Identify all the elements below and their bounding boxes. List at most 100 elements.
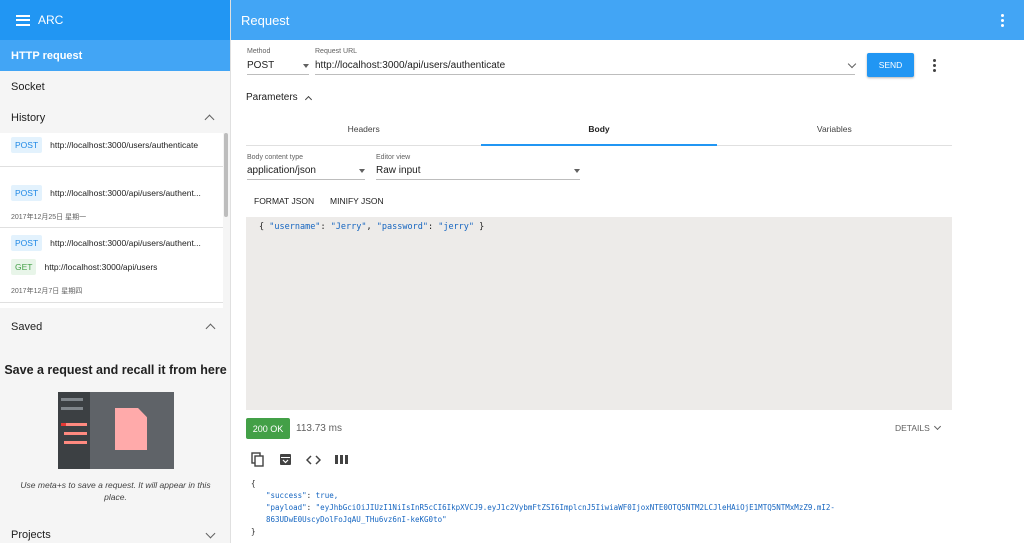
json-key: "success"	[266, 491, 307, 500]
tab-variables[interactable]: Variables	[717, 117, 952, 145]
response-toolbar	[251, 452, 348, 467]
body-content-type-value: application/json	[247, 165, 316, 176]
body-content-type-select[interactable]: application/json	[247, 165, 365, 180]
illustration-line	[61, 398, 83, 401]
sidebar-topbar: ARC	[0, 0, 230, 40]
json-value: "jerry"	[438, 222, 475, 232]
chevron-up-icon[interactable]	[204, 114, 215, 125]
parameter-tabs: Headers Body Variables	[246, 117, 952, 146]
json-colon: :	[320, 222, 331, 232]
divider	[0, 302, 223, 303]
json-colon: :	[427, 222, 439, 232]
body-editor[interactable]: { "username": "Jerry", "password": "jerr…	[246, 217, 952, 410]
illustration-line	[64, 441, 87, 444]
illustration-line	[64, 432, 87, 435]
sidebar-item-socket[interactable]: Socket	[0, 71, 230, 102]
send-button[interactable]: SEND	[867, 53, 914, 77]
history-item[interactable]: POST http://localhost:3000/api/users/aut…	[11, 235, 201, 251]
body-content-type-label: Body content type	[247, 154, 304, 161]
json-brace: }	[474, 222, 485, 232]
projects-label: Projects	[11, 528, 51, 541]
document-icon	[115, 408, 147, 450]
history-date: 2017年12月7日 星期四	[11, 288, 83, 295]
illustration-line	[61, 423, 66, 426]
saved-illustration	[58, 392, 174, 469]
more-vert-icon[interactable]	[1001, 13, 1004, 27]
chevron-up-icon[interactable]	[205, 323, 216, 334]
chevron-down-icon[interactable]	[205, 528, 216, 538]
json-line: "payload": "eyJhbGciOiJIUzI1NiIsInR5cCI6…	[266, 503, 835, 512]
json-line: "success": true,	[266, 491, 339, 500]
saved-empty-title: Save a request and recall it from here	[4, 363, 227, 377]
json-value: "eyJhbGciOiJIUzI1NiIsInR5cCI6IkpXVCJ9.ey…	[315, 503, 835, 512]
tab-body[interactable]: Body	[481, 117, 717, 146]
history-label: History	[11, 111, 46, 124]
history-item[interactable]: GET http://localhost:3000/api/users	[11, 259, 157, 275]
parameters-toggle[interactable]: Parameters	[246, 92, 312, 104]
url-label: Request URL	[315, 48, 358, 55]
illustration-line	[61, 407, 83, 410]
divider	[0, 166, 223, 167]
method-value: POST	[247, 60, 275, 71]
page-title: Request	[241, 12, 290, 28]
json-brace: {	[259, 222, 270, 232]
response-body: { "success": true, "payload": "eyJhbGciO…	[251, 478, 951, 538]
method-badge: GET	[11, 259, 37, 275]
json-key: "username"	[269, 222, 321, 232]
chevron-down-icon	[933, 422, 941, 431]
sidebar: ARC HTTP request Socket History POST htt…	[0, 0, 231, 543]
code-icon[interactable]	[306, 454, 321, 465]
history-list: POST http://localhost:3000/users/authent…	[0, 133, 223, 308]
history-url: http://localhost:3000/api/users	[44, 262, 158, 272]
main-topbar: Request	[231, 0, 1024, 40]
dropdown-arrow-icon	[303, 63, 309, 68]
main-panel: Request Method POST Request URL http://l…	[231, 0, 1024, 543]
copy-icon[interactable]	[251, 452, 265, 467]
json-value: "Jerry"	[330, 222, 367, 232]
saved-header[interactable]: Saved	[0, 311, 230, 342]
status-badge: 200 OK	[246, 418, 290, 439]
json-brace: }	[251, 527, 256, 536]
request-url-value: http://localhost:3000/api/users/authenti…	[315, 60, 506, 71]
format-json-button[interactable]: FORMAT JSON	[254, 196, 314, 206]
dropdown-arrow-icon	[359, 168, 365, 173]
request-menu-icon[interactable]	[933, 59, 936, 72]
minify-json-button[interactable]: MINIFY JSON	[330, 196, 384, 206]
history-scrollbar[interactable]	[224, 133, 228, 217]
history-url: http://localhost:3000/users/authenticate	[50, 140, 199, 150]
parameters-label: Parameters	[246, 92, 298, 103]
dropdown-arrow-icon	[574, 168, 580, 173]
editor-view-value: Raw input	[376, 165, 421, 176]
editor-view-label: Editor view	[376, 154, 411, 161]
history-url: http://localhost:3000/api/users/authent.…	[50, 238, 201, 248]
editor-view-select[interactable]: Raw input	[376, 165, 580, 180]
history-item[interactable]: POST http://localhost:3000/users/authent…	[11, 137, 198, 153]
columns-icon[interactable]	[335, 454, 348, 465]
json-value: 863UDwE0UscyDolFoJqAU_THu6vz6nI-keKG0to"	[266, 515, 447, 524]
projects-header[interactable]: Projects	[0, 519, 230, 543]
details-button[interactable]: DETAILS	[895, 422, 941, 433]
response-time: 113.73 ms	[296, 423, 342, 434]
tab-headers[interactable]: Headers	[246, 117, 481, 145]
method-badge: POST	[11, 185, 43, 201]
app-title: ARC	[38, 13, 64, 27]
json-key: "payload"	[266, 503, 307, 512]
details-label: DETAILS	[895, 423, 930, 433]
history-item[interactable]: POST http://localhost:3000/api/users/aut…	[11, 185, 201, 201]
json-brace: {	[251, 479, 256, 488]
saved-empty-text: Use meta+s to save a request. It will ap…	[20, 480, 211, 502]
archive-icon[interactable]	[279, 453, 292, 466]
method-select[interactable]: POST	[247, 60, 309, 75]
sidebar-item-http-request[interactable]: HTTP request	[0, 40, 230, 71]
json-key: "password"	[376, 222, 428, 232]
method-badge: POST	[11, 137, 43, 153]
chevron-down-icon[interactable]	[847, 59, 857, 69]
saved-label: Saved	[11, 320, 43, 333]
menu-icon[interactable]	[16, 14, 30, 26]
method-label: Method	[247, 48, 271, 55]
chevron-up-icon	[304, 95, 312, 104]
divider	[0, 227, 223, 228]
history-header[interactable]: History	[0, 102, 230, 133]
json-value: true,	[315, 491, 339, 500]
request-url-input[interactable]: http://localhost:3000/api/users/authenti…	[315, 59, 857, 75]
